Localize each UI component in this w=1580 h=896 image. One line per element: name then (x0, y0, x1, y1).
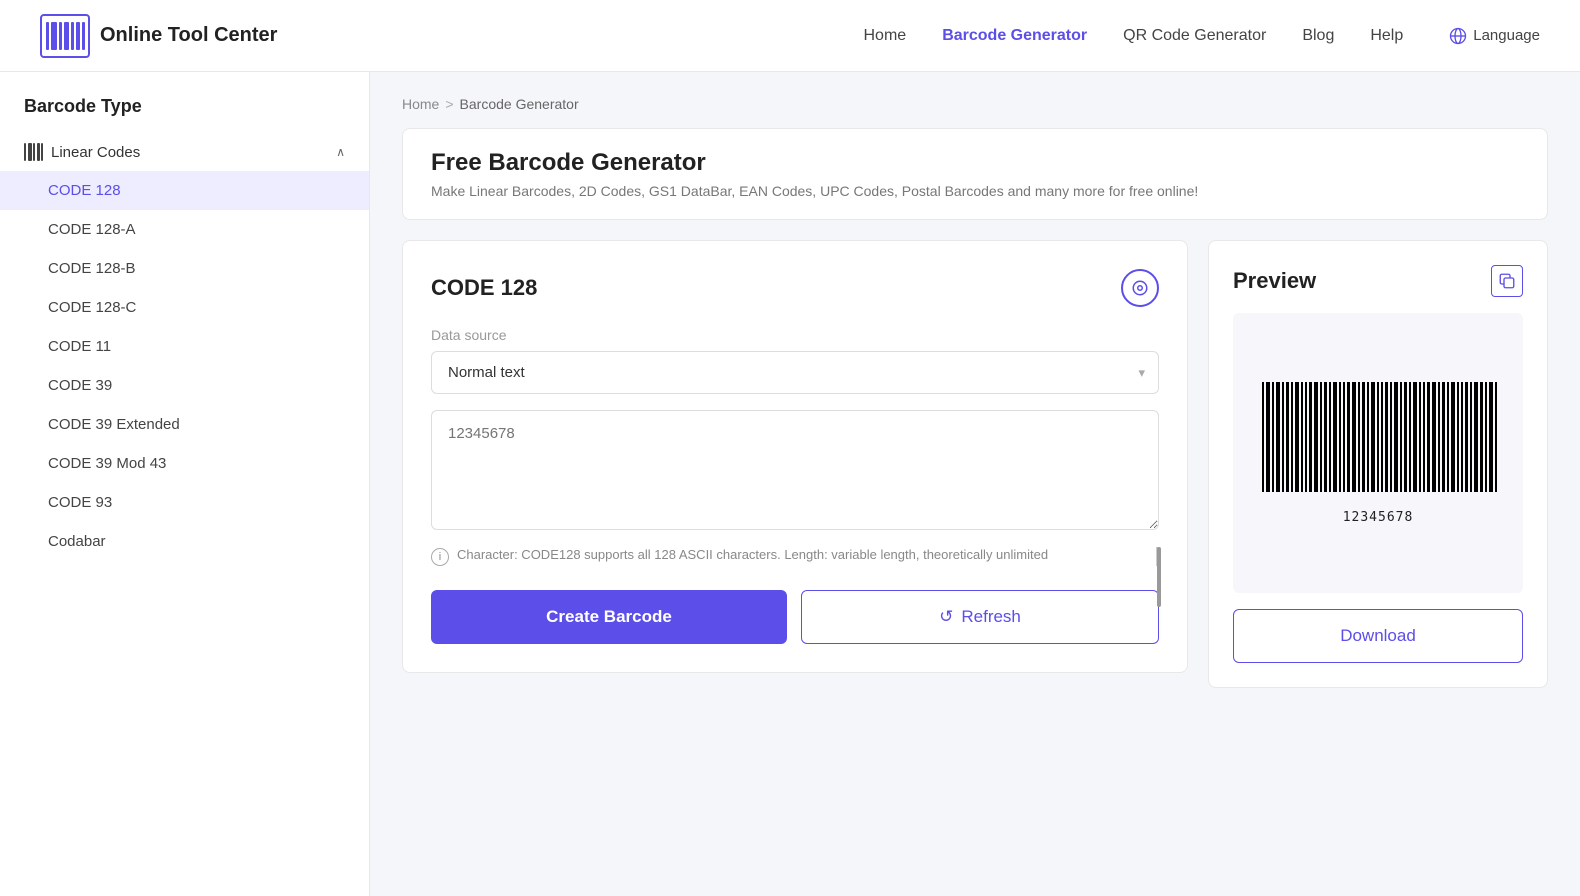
sidebar-item-codabar[interactable]: Codabar (0, 522, 369, 561)
btn-row: Create Barcode ↺ Refresh (431, 590, 1159, 644)
sidebar-item-code93[interactable]: CODE 93 (0, 483, 369, 522)
sidebar-item-code11[interactable]: CODE 11 (0, 327, 369, 366)
preview-card: Preview (1208, 240, 1548, 688)
preview-title: Preview (1233, 268, 1316, 294)
chevron-up-icon: ∧ (336, 145, 345, 159)
barcode-number: 12345678 (1343, 510, 1414, 525)
sidebar-item-code39mod43[interactable]: CODE 39 Mod 43 (0, 444, 369, 483)
logo-icon (40, 14, 90, 58)
linear-codes-section-header[interactable]: Linear Codes ∧ (0, 133, 369, 171)
barlines-small-icon (24, 143, 43, 161)
data-source-label: Data source (431, 327, 1159, 343)
logo-title: Online Tool Center (100, 24, 277, 47)
sidebar-item-code128a[interactable]: CODE 128-A (0, 210, 369, 249)
section-icon: Linear Codes (24, 143, 140, 161)
sidebar-item-code128c[interactable]: CODE 128-C (0, 288, 369, 327)
barcode-data-input[interactable] (431, 410, 1159, 530)
barcode-image (1258, 382, 1498, 502)
hint-area: i Character: CODE128 supports all 128 AS… (431, 547, 1159, 566)
sidebar: Barcode Type Linear Codes ∧ CODE 128 COD… (0, 72, 370, 896)
sidebar-item-code128b[interactable]: CODE 128-B (0, 249, 369, 288)
header: Online Tool Center Home Barcode Generato… (0, 0, 1580, 72)
globe-icon (1449, 27, 1467, 45)
scroll-bar[interactable] (1157, 547, 1161, 607)
page-title-area: Free Barcode Generator Make Linear Barco… (402, 128, 1548, 220)
preview-header: Preview (1233, 265, 1523, 297)
data-source-select[interactable]: Normal text Hex data Base64 (431, 351, 1159, 394)
linear-codes-label: Linear Codes (51, 144, 140, 161)
sidebar-item-code128[interactable]: CODE 128 (0, 171, 369, 210)
nav-home[interactable]: Home (864, 27, 907, 45)
card-header: CODE 128 (431, 269, 1159, 307)
barcode-svg-wrapper: 12345678 (1258, 382, 1498, 525)
page-description: Make Linear Barcodes, 2D Codes, GS1 Data… (431, 183, 1519, 199)
logo[interactable]: Online Tool Center (40, 14, 277, 58)
language-label: Language (1473, 27, 1540, 44)
generator-title: CODE 128 (431, 275, 537, 301)
data-source-select-wrapper: Normal text Hex data Base64 ▾ (431, 351, 1159, 394)
copy-icon (1498, 272, 1516, 290)
nav-blog[interactable]: Blog (1302, 27, 1334, 45)
breadcrumb-current: Barcode Generator (460, 96, 579, 112)
nav-barcode-generator[interactable]: Barcode Generator (942, 27, 1087, 45)
nav-qr-code-generator[interactable]: QR Code Generator (1123, 27, 1266, 45)
refresh-label: Refresh (961, 607, 1021, 627)
settings-button[interactable] (1121, 269, 1159, 307)
generator-card: CODE 128 Data source Normal text Hex dat… (402, 240, 1188, 673)
hint-text: Character: CODE128 supports all 128 ASCI… (457, 547, 1048, 562)
logo-barlines (46, 22, 85, 50)
refresh-icon: ↺ (939, 607, 953, 627)
download-button[interactable]: Download (1233, 609, 1523, 663)
language-button[interactable]: Language (1449, 27, 1540, 45)
settings-icon (1131, 279, 1149, 297)
breadcrumb: Home > Barcode Generator (402, 96, 1548, 112)
breadcrumb-separator: > (445, 96, 453, 112)
sidebar-title: Barcode Type (0, 96, 369, 133)
hint-icon: i (431, 548, 449, 566)
sidebar-item-code39[interactable]: CODE 39 (0, 366, 369, 405)
refresh-button[interactable]: ↺ Refresh (801, 590, 1159, 644)
breadcrumb-home[interactable]: Home (402, 96, 439, 112)
content-row: CODE 128 Data source Normal text Hex dat… (402, 240, 1548, 688)
nav-help[interactable]: Help (1370, 27, 1403, 45)
preview-barcode-area: 12345678 (1233, 313, 1523, 593)
copy-button[interactable] (1491, 265, 1523, 297)
main-content: Home > Barcode Generator Free Barcode Ge… (370, 72, 1580, 896)
page-title: Free Barcode Generator (431, 149, 1519, 177)
layout: Barcode Type Linear Codes ∧ CODE 128 COD… (0, 72, 1580, 896)
sidebar-item-code39extended[interactable]: CODE 39 Extended (0, 405, 369, 444)
main-nav: Home Barcode Generator QR Code Generator… (864, 27, 1541, 45)
create-barcode-button[interactable]: Create Barcode (431, 590, 787, 644)
